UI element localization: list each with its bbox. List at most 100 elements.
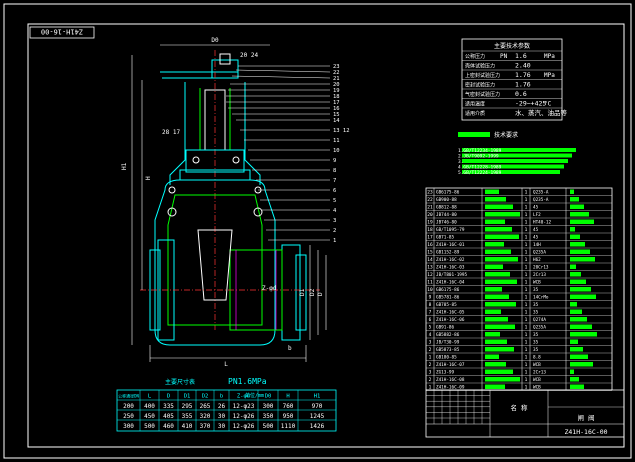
bom-material: 35 (533, 310, 539, 316)
bom-name-bar (485, 369, 513, 374)
spec-unit: MPa (544, 53, 555, 60)
bom-material: 45 (533, 205, 539, 211)
bom-note-bar (570, 279, 586, 284)
bom-note-bar (570, 302, 577, 307)
bom-name-bar (485, 212, 520, 217)
dim-cell: 265 (200, 403, 211, 410)
bom-no: 17 (427, 235, 433, 241)
spec-label: 上密封试验压力 (465, 72, 500, 79)
callout-number: 1 (333, 238, 336, 244)
dim-cell: 1426 (310, 423, 325, 430)
dim-d0: D0 (211, 37, 219, 44)
dim-cell: 370 (200, 423, 211, 430)
bom-note-bar (570, 249, 590, 254)
spec-value: 0.6 (515, 90, 527, 98)
bom-note-bar (570, 377, 579, 382)
callout-number: 9 (333, 158, 336, 164)
bom-name-bar (485, 324, 515, 329)
tech-item: 3. (458, 159, 463, 165)
bom-name-bar (485, 227, 512, 232)
bom-no: 14 (427, 257, 433, 263)
bom-material: Q235A (533, 250, 546, 256)
dim-cell: 335 (163, 403, 174, 410)
bom-material: HT40-12 (533, 220, 552, 226)
bom-no: 19 (427, 220, 433, 226)
bom-code: GB91-86 (436, 325, 455, 331)
bom-code: GB/T1095-79 (436, 227, 465, 233)
bom-code: GB812-88 (436, 205, 457, 211)
dim-cell: 355 (182, 413, 193, 420)
bom-no: 16 (427, 242, 433, 248)
bom-code: Z41H-16C-05 (436, 310, 465, 316)
bom-no: 6 (429, 317, 432, 323)
bom-no: 2 (429, 377, 432, 383)
bom-name-bar (485, 257, 518, 262)
bom-name-bar (485, 339, 507, 344)
callout-number: 5 (333, 198, 336, 204)
dim-d: D (317, 292, 324, 296)
dim-header: H1 (314, 394, 321, 400)
dim-header: D0 (265, 394, 272, 400)
spec-symbol: PN (500, 53, 508, 60)
spec-title: 主要技术参数 (494, 42, 530, 50)
bom-code: GB900-88 (436, 197, 457, 203)
bom-code: GB71-85 (436, 235, 455, 241)
bom-qty: 1 (525, 280, 528, 286)
stamp-text: Z41H-16-00 (41, 28, 83, 36)
dim-cell: 760 (283, 403, 294, 410)
bom-no: 20 (427, 212, 433, 218)
bom-name-bar (485, 317, 508, 322)
dim-cell: 320 (200, 413, 211, 420)
bom-no: 8 (429, 302, 432, 308)
bom-no: 22 (427, 197, 433, 203)
dim-cell: 400 (144, 403, 155, 410)
bom-qty: 1 (525, 377, 528, 383)
corner-stamp: Z41H-16-00 (29, 26, 95, 39)
dim-header: D1 (184, 394, 191, 400)
bom-qty: 1 (525, 257, 528, 263)
spec-value: 1.6 (515, 52, 527, 60)
bom-qty: 1 (525, 340, 528, 346)
dim-cell: 12-φ26 (233, 423, 255, 430)
bom-no: 7 (429, 310, 432, 316)
bom-material: 8.8 (533, 355, 541, 361)
dim-cell: 970 (312, 403, 323, 410)
dim-cell: 12-φ23 (233, 403, 255, 410)
bom-no: 10 (427, 287, 433, 293)
bom-name-bar (485, 309, 501, 314)
bom-material: 35 (533, 347, 539, 353)
bom-code: Z41H-16C-03 (436, 265, 465, 271)
bom-no: 11 (427, 280, 433, 286)
spec-label: 壳体试验压力 (465, 63, 495, 70)
bom-qty: 1 (525, 265, 528, 271)
bom-name-bar (485, 272, 510, 277)
bom-qty: 1 (525, 235, 528, 241)
dim-cell: 350 (263, 413, 274, 420)
bom-note-bar (570, 309, 582, 314)
title-block-label: 名 称 (511, 403, 528, 412)
callout-number: 11 (333, 138, 340, 144)
tech-item: 5.GB/T12224-1989 (458, 170, 502, 176)
spec-value: 水、蒸汽、油品等 (515, 108, 568, 117)
bom-code: Z41H-16C-01 (436, 242, 465, 248)
dim-cell: 460 (163, 423, 174, 430)
bom-material: 2Cr13 (533, 370, 546, 376)
dim-cell: 950 (283, 413, 294, 420)
dim-cell: 300 (123, 423, 134, 430)
bom-note-bar (570, 362, 593, 367)
bom-material: LF2 (533, 212, 541, 218)
dim-mid: 28 17 (162, 129, 180, 136)
spec-label: 公称压力 (465, 53, 485, 60)
dim-z: Z-φd (262, 285, 277, 292)
bom-no: 2 (429, 362, 432, 368)
spec-unit: MPa (544, 72, 555, 79)
callout-number: 3 (333, 218, 336, 224)
bom-note-bar (570, 212, 589, 217)
bom-no: 12 (427, 272, 433, 278)
tech-item: 4.GB/T12228-1989 (458, 165, 502, 171)
bom-qty: 1 (525, 272, 528, 278)
bom-qty: 1 (525, 310, 528, 316)
bom-code: JB746-80 (436, 220, 457, 226)
bom-name-bar (485, 294, 509, 299)
bom-no: 18 (427, 227, 433, 233)
